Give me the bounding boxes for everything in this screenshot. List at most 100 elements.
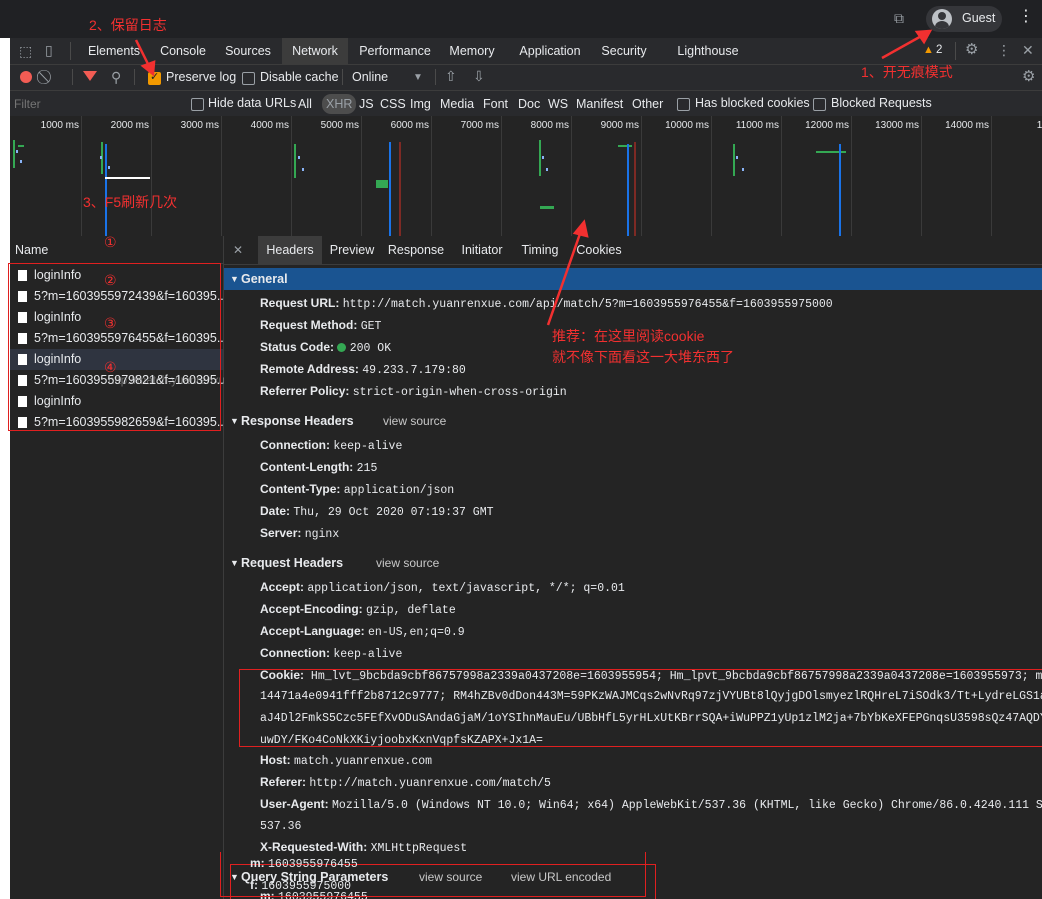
import-har-icon[interactable]: ⇧ (445, 69, 457, 83)
query-highlight-box-bottom (220, 852, 646, 897)
header-row: Date: Thu, 29 Oct 2020 07:19:37 GMT (260, 500, 494, 522)
header-key: Accept: (260, 580, 305, 594)
tab-elements[interactable]: Elements (82, 38, 146, 64)
preserve-log-checkbox[interactable] (148, 70, 161, 85)
tab-response[interactable]: Response (384, 236, 448, 264)
tab-application[interactable]: Application (506, 38, 594, 64)
type-ws[interactable]: WS (548, 94, 568, 114)
blocked-requests-checkbox[interactable] (813, 98, 826, 111)
header-value: keep-alive (333, 648, 403, 661)
type-img[interactable]: Img (410, 94, 431, 114)
tab-security[interactable]: Security (596, 38, 652, 64)
export-har-icon[interactable]: ⇩ (473, 69, 485, 83)
has-blocked-cookies-label[interactable]: Has blocked cookies (695, 96, 810, 110)
network-timeline-overview[interactable]: 1000 ms 2000 ms 3000 ms 4000 ms 5000 ms 6000 … (10, 116, 1042, 237)
header-row: Server: nginx (260, 522, 339, 544)
type-xhr[interactable]: XHR (322, 94, 357, 114)
header-key: Date: (260, 504, 291, 518)
view-source-link[interactable]: view source (383, 410, 446, 432)
tab-cookies[interactable]: Cookies (570, 236, 628, 264)
header-value: gzip, deflate (366, 604, 456, 617)
tab-network[interactable]: Network (282, 38, 348, 66)
expand-triangle-icon: ▼ (230, 558, 239, 568)
header-value: en-US,en;q=0.9 (368, 626, 465, 639)
header-key: User-Agent: (260, 797, 329, 811)
header-key: Host: (260, 753, 291, 767)
hide-data-urls-label[interactable]: Hide data URLs (208, 96, 296, 110)
preserve-log-label[interactable]: Preserve log (166, 70, 236, 84)
type-all[interactable]: All (298, 94, 312, 114)
search-icon[interactable]: ⚲ (111, 70, 121, 84)
response-headers-section-header[interactable]: ▼ Response Headers view source (224, 410, 1042, 432)
header-key: Remote Address: (260, 362, 359, 376)
blocked-requests-label[interactable]: Blocked Requests (831, 96, 932, 110)
throttling-select[interactable]: Online (352, 70, 388, 84)
tab-headers[interactable]: Headers (258, 236, 322, 264)
close-detail-icon[interactable]: ✕ (233, 243, 243, 257)
tab-console[interactable]: Console (150, 38, 216, 64)
network-settings-gear-icon[interactable]: ⚙ (1022, 69, 1035, 84)
type-font[interactable]: Font (483, 94, 508, 114)
record-icon[interactable] (20, 71, 32, 83)
header-value: 537.36 (260, 820, 302, 833)
type-media[interactable]: Media (440, 94, 474, 114)
header-key: Accept-Encoding: (260, 602, 363, 616)
annotation-refresh: 3、F5刷新几次 (83, 194, 178, 210)
close-devtools-icon[interactable]: ✕ (1022, 43, 1034, 57)
profile-chip[interactable]: Guest (926, 6, 1002, 32)
disable-cache-label[interactable]: Disable cache (260, 70, 339, 84)
expand-triangle-icon: ▼ (230, 274, 239, 284)
timeline-mark (540, 206, 554, 209)
type-css[interactable]: CSS (380, 94, 406, 114)
tab-lighthouse[interactable]: Lighthouse (666, 38, 750, 64)
tab-performance[interactable]: Performance (352, 38, 438, 64)
header-row: Status Code: 200 OK (260, 336, 391, 358)
header-row: Accept: application/json, text/javascrip… (260, 576, 625, 598)
timeline-mark (736, 156, 738, 159)
marker-2: ② (104, 272, 117, 288)
header-key: Accept-Language: (260, 624, 365, 638)
header-value: application/json, text/javascript, */*; … (307, 582, 625, 595)
tab-timing[interactable]: Timing (516, 236, 564, 264)
type-doc[interactable]: Doc (518, 94, 540, 114)
type-other[interactable]: Other (632, 94, 663, 114)
header-row: Referrer Policy: strict-origin-when-cros… (260, 380, 567, 402)
has-blocked-cookies-checkbox[interactable] (677, 98, 690, 111)
settings-gear-icon[interactable]: ⚙ (965, 42, 978, 57)
request-headers-section-header[interactable]: ▼ Request Headers view source (224, 552, 1042, 574)
filter-funnel-icon[interactable] (83, 71, 97, 81)
header-key: Referrer Policy: (260, 384, 350, 398)
annotation-incognito: 1、开无痕模式 (861, 64, 953, 80)
header-row: Request URL: http://match.yuanrenxue.com… (260, 292, 833, 314)
type-manifest[interactable]: Manifest (576, 94, 623, 114)
type-js[interactable]: JS (359, 94, 374, 114)
header-value: strict-origin-when-cross-origin (352, 386, 567, 399)
tab-sources[interactable]: Sources (218, 38, 278, 64)
tab-initiator[interactable]: Initiator (454, 236, 510, 264)
timeline-bars (13, 140, 846, 236)
header-key: Connection: (260, 438, 330, 452)
disable-cache-checkbox[interactable] (242, 72, 255, 85)
dropdown-caret-icon[interactable]: ▼ (413, 71, 423, 85)
request-list: Name loginInfo 5?m=1603955972439&f=16039… (8, 236, 322, 899)
header-value: 215 (356, 462, 378, 475)
header-value: http://match.yuanrenxue.com/api/match/5?… (342, 298, 833, 311)
header-value: GET (360, 320, 382, 333)
devtools-menu-icon[interactable]: ⋮ (997, 43, 1011, 57)
general-section-header[interactable]: ▼ General (224, 268, 1042, 290)
translate-icon[interactable]: ⧉ (894, 11, 904, 25)
section-title: Request Headers (241, 556, 344, 570)
hide-data-urls-checkbox[interactable] (191, 98, 204, 111)
view-source-link[interactable]: view source (376, 552, 439, 574)
more-menu-icon[interactable]: ⋮ (1018, 9, 1034, 25)
warning-icon[interactable]: ▲ (923, 44, 934, 56)
header-value: Thu, 29 Oct 2020 07:19:37 GMT (293, 506, 494, 519)
header-row: Host: match.yuanrenxue.com (260, 749, 432, 771)
device-toolbar-icon[interactable]: ▯ (45, 43, 53, 57)
filter-input[interactable] (12, 94, 176, 114)
tab-preview[interactable]: Preview (326, 236, 378, 264)
annotation-preserve-log: 2、保留日志 (89, 17, 167, 33)
inspect-element-icon[interactable]: ⬚ (19, 44, 32, 58)
timeline-mark (298, 156, 300, 159)
tab-memory[interactable]: Memory (442, 38, 502, 64)
